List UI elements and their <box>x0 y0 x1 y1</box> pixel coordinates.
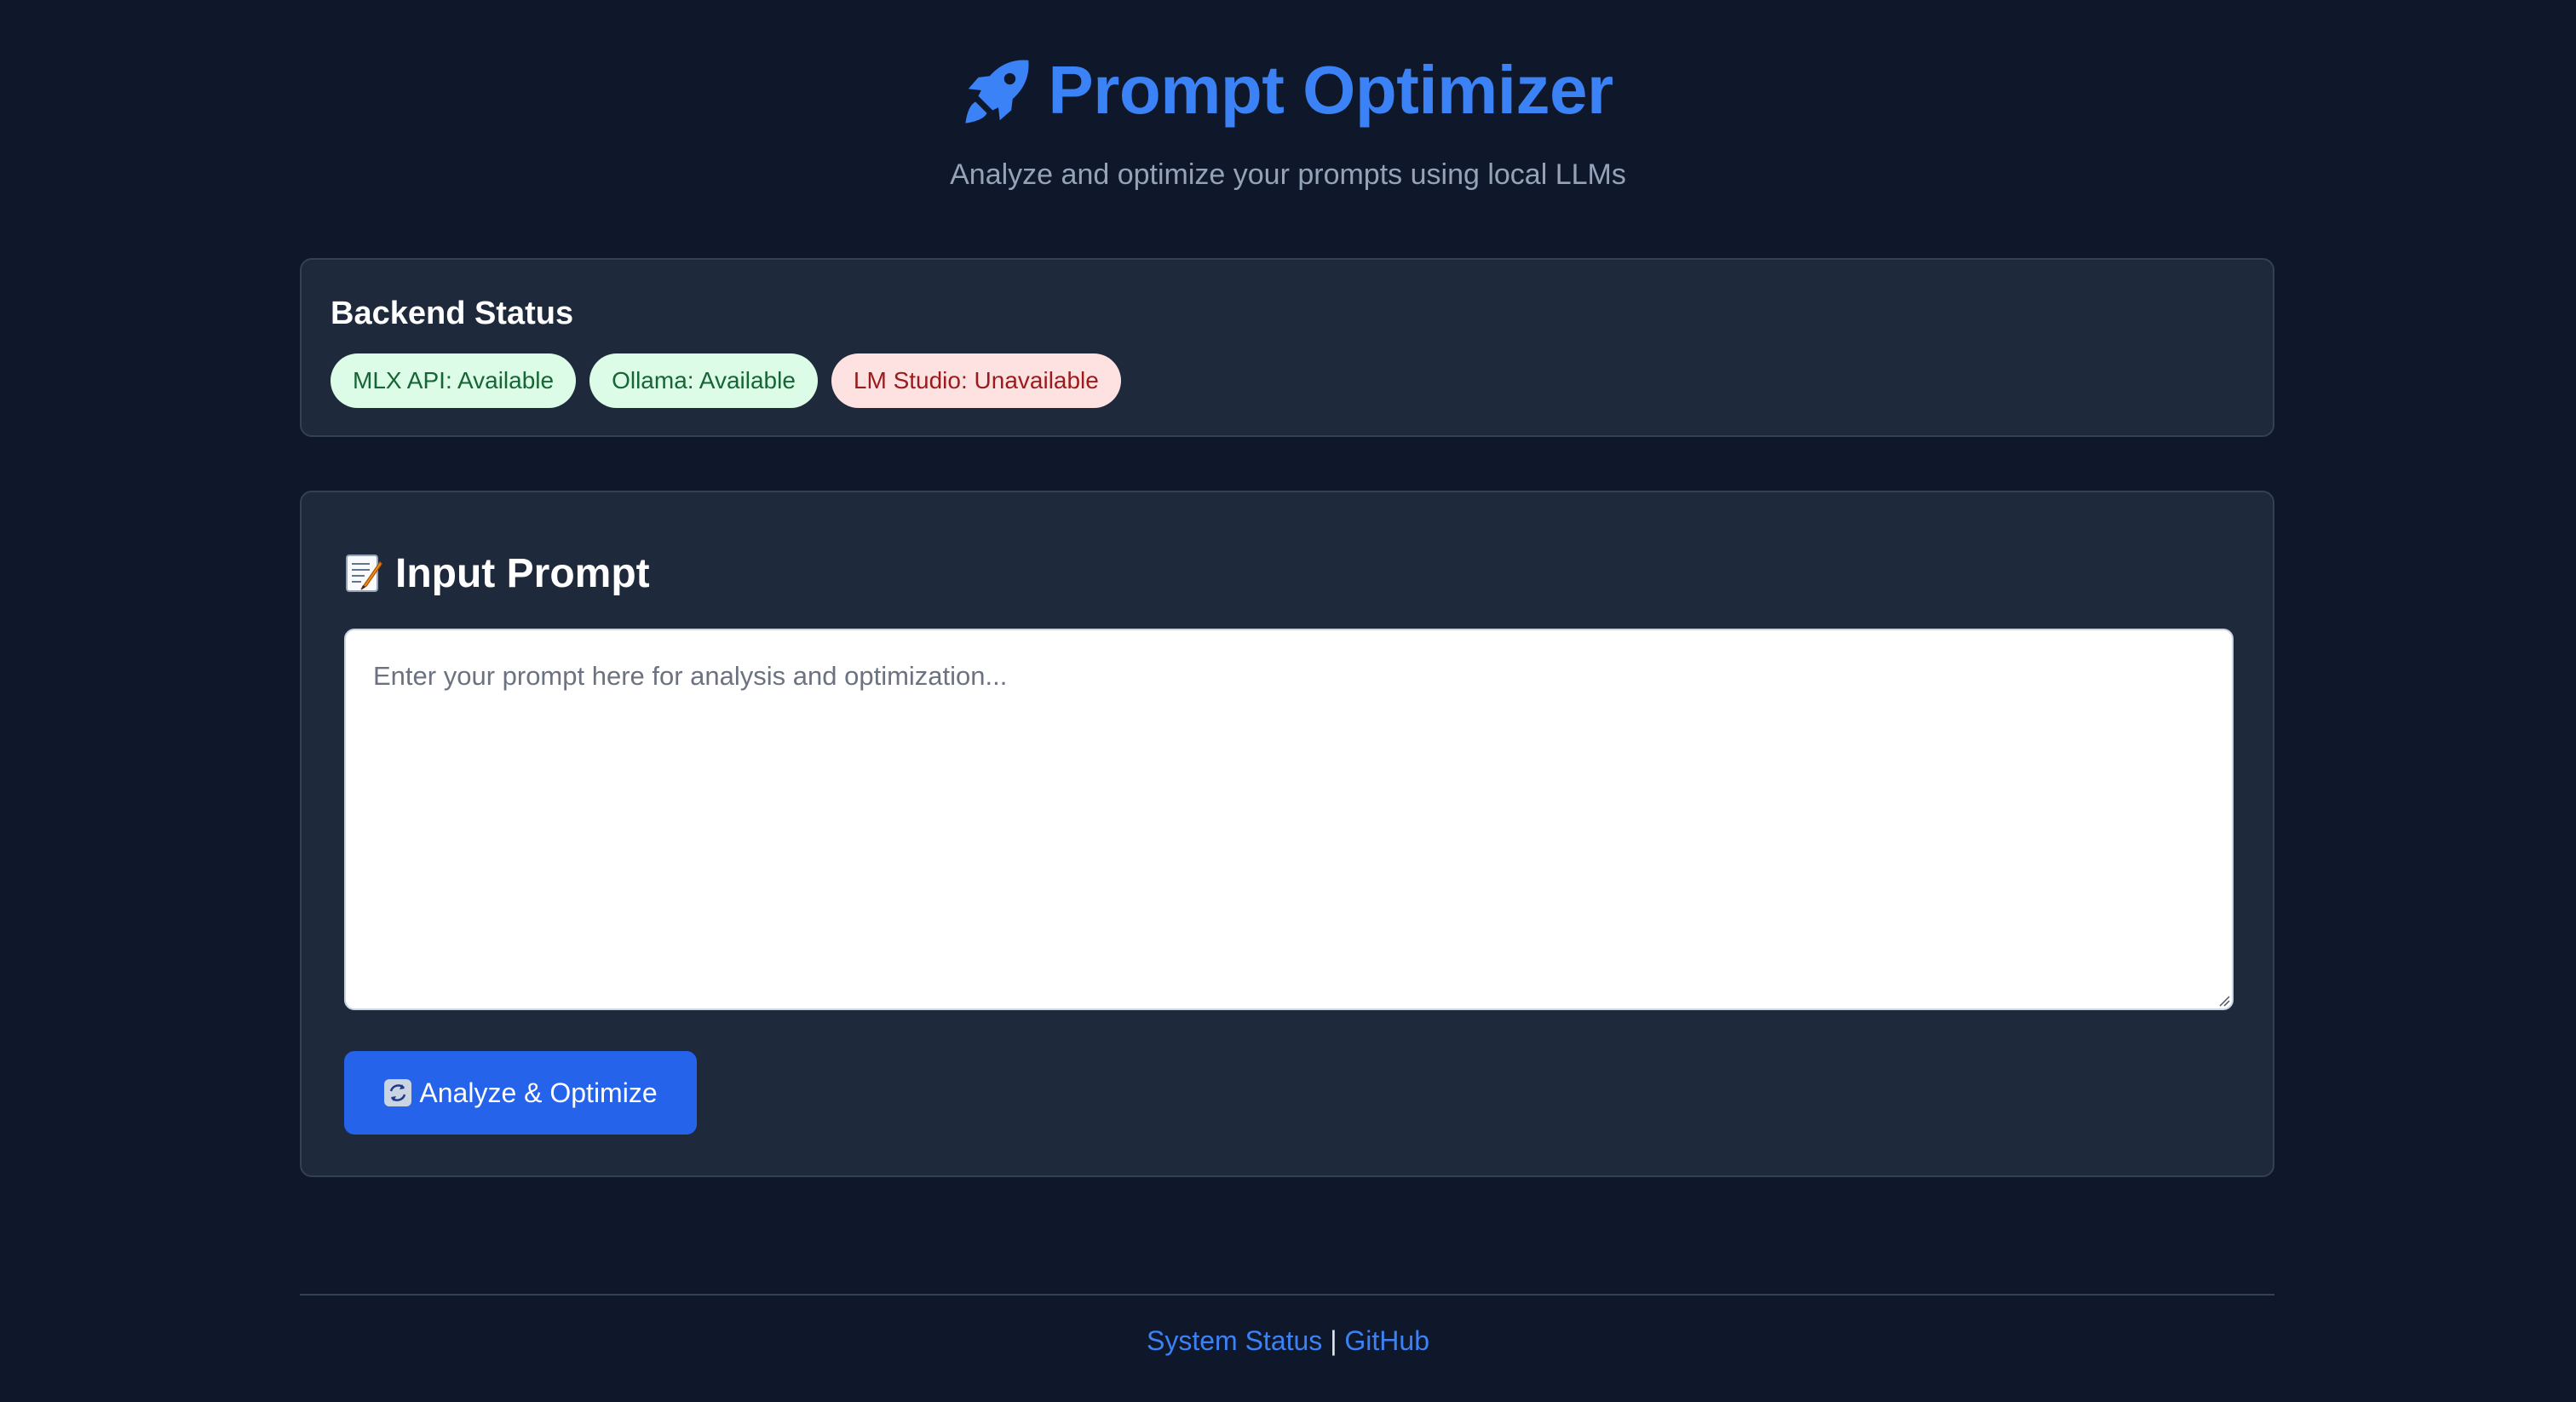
prompt-input[interactable] <box>344 629 2234 1010</box>
footer: System Status | GitHub <box>0 1325 2576 1357</box>
analyze-optimize-button[interactable]: Analyze & Optimize <box>344 1051 697 1135</box>
status-badge-mlx: MLX API: Available <box>331 353 577 408</box>
backend-status-title: Backend Status <box>331 296 574 331</box>
title-row: Prompt Optimizer <box>0 46 2576 135</box>
github-link[interactable]: GitHub <box>1344 1325 1429 1356</box>
page-subtitle: Analyze and optimize your prompts using … <box>950 158 1626 191</box>
input-prompt-heading: Input Prompt <box>344 543 650 603</box>
footer-divider <box>300 1294 2274 1296</box>
resize-handle-icon[interactable] <box>2218 995 2230 1007</box>
footer-separator: | <box>1330 1325 1337 1356</box>
page-title: Prompt Optimizer <box>1048 52 1613 128</box>
status-badge-lm-studio: LM Studio: Unavailable <box>831 353 1121 408</box>
cycle-arrows-icon <box>383 1078 412 1107</box>
input-prompt-title: Input Prompt <box>395 550 650 596</box>
backend-status-badges: MLX API: Available Ollama: Available LM … <box>331 353 1121 408</box>
backend-status-card: Backend Status MLX API: Available Ollama… <box>300 258 2274 437</box>
status-badge-ollama: Ollama: Available <box>589 353 818 408</box>
input-prompt-card: Input Prompt Analyze & Optimize <box>300 491 2274 1177</box>
analyze-optimize-label: Analyze & Optimize <box>419 1077 658 1108</box>
memo-icon <box>344 552 383 595</box>
system-status-link[interactable]: System Status <box>1147 1325 1322 1356</box>
rocket-icon <box>963 55 1034 126</box>
